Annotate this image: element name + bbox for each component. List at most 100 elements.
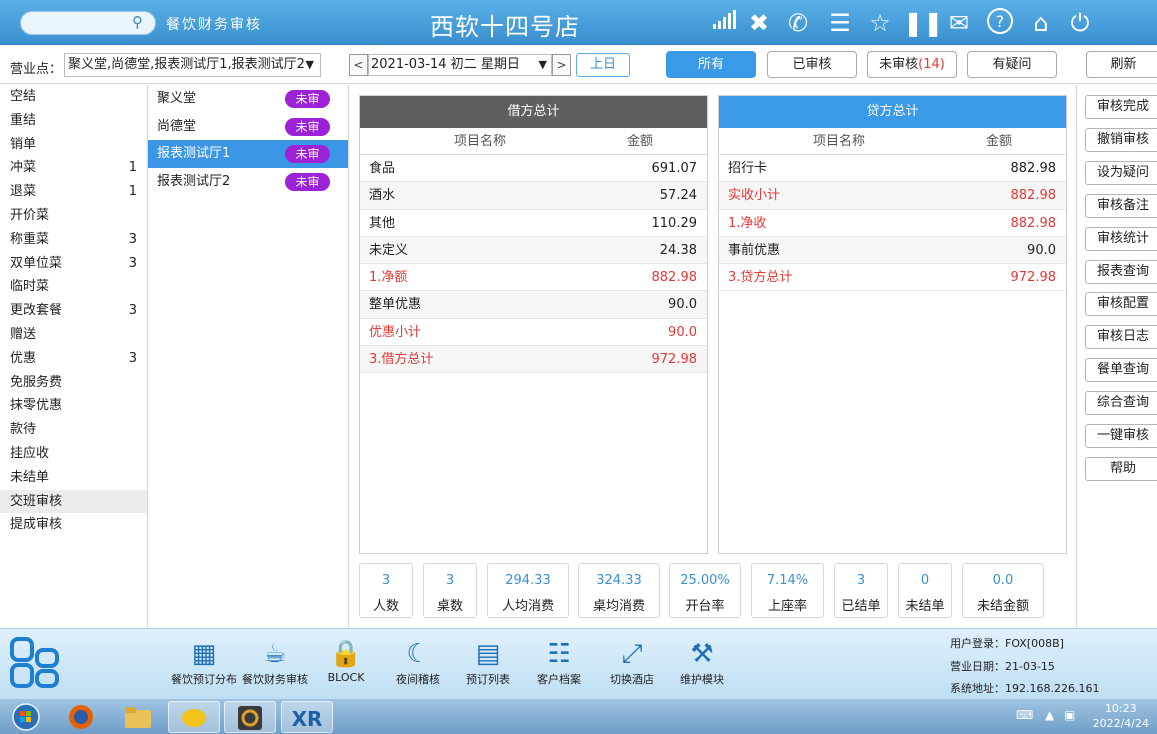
action-button[interactable]: 餐单查询 <box>1085 358 1157 383</box>
action-button[interactable]: 审核统计 <box>1085 226 1157 251</box>
category-item[interactable]: 交班审核 <box>0 489 147 514</box>
hall-item[interactable]: 尚德堂 未审 <box>148 113 348 141</box>
action-button[interactable]: 综合查询 <box>1085 391 1157 416</box>
table-row[interactable]: 事前优惠 90.0 <box>719 236 1066 265</box>
category-label: 空结 <box>10 89 37 104</box>
category-item[interactable]: 临时菜 <box>0 275 147 299</box>
debit-column-header: 项目名称 金额 <box>360 128 707 155</box>
app-logo-icon[interactable] <box>10 637 60 689</box>
start-menu-icon[interactable] <box>0 701 52 733</box>
signal-icon[interactable] <box>708 7 740 39</box>
firefox-icon[interactable] <box>55 701 107 733</box>
filter-all-button[interactable]: 所有 <box>666 51 756 78</box>
filter-unaudited-button[interactable]: 未审核(14) <box>867 51 957 78</box>
table-row[interactable]: 酒水 57.24 <box>360 182 707 210</box>
file-explorer-icon[interactable] <box>112 701 164 733</box>
category-item[interactable]: 称重菜 3 <box>0 228 147 252</box>
action-button[interactable]: 审核备注 <box>1085 193 1157 218</box>
table-row[interactable]: 优惠小计 90.0 <box>360 319 707 347</box>
category-item[interactable]: 冲菜 1 <box>0 156 147 180</box>
filter-questioned-button[interactable]: 有疑问 <box>967 51 1057 78</box>
category-item[interactable]: 未结单 <box>0 466 147 490</box>
system-clock[interactable]: 10:23 2022/4/24 <box>1093 701 1149 731</box>
home-icon[interactable]: ⌂ <box>1025 7 1057 39</box>
table-row[interactable]: 其他 110.29 <box>360 210 707 237</box>
item-name: 3.贷方总计 <box>728 270 793 286</box>
help-icon[interactable]: ? <box>984 7 1016 39</box>
category-item[interactable]: 款待 <box>0 418 147 442</box>
module-button[interactable]: ☷ 客户档案 <box>531 637 587 693</box>
module-button[interactable]: 🔒 BLOCK <box>322 637 370 693</box>
date-select[interactable]: 2021-03-14 初二 星期日 ▼ <box>368 54 552 76</box>
item-amount: 972.98 <box>1010 270 1057 286</box>
xr-app-icon[interactable]: XR <box>281 701 333 733</box>
mail-icon[interactable]: ✉ <box>943 7 975 39</box>
power-icon[interactable]: ⏻ <box>1064 7 1096 39</box>
category-item[interactable]: 挂应收 <box>0 442 147 466</box>
action-button[interactable]: 撤销审核 <box>1085 127 1157 152</box>
item-amount: 90.0 <box>668 324 697 340</box>
table-row[interactable]: 未定义 24.38 <box>360 236 707 265</box>
hall-item[interactable]: 报表测试厅2 未审 <box>148 168 348 196</box>
star-icon[interactable]: ☆ <box>864 7 896 39</box>
action-button[interactable]: 审核完成 <box>1085 95 1157 119</box>
category-item[interactable]: 退菜 1 <box>0 180 147 204</box>
stat-value: 0.0 <box>992 573 1014 588</box>
item-name: 事前优惠 <box>728 242 781 258</box>
action-button[interactable]: 审核配置 <box>1085 292 1157 317</box>
table-row[interactable]: 1.净收 882.98 <box>719 210 1066 237</box>
action-button[interactable]: 一键审核 <box>1085 424 1157 448</box>
tools-icon[interactable]: ✖ <box>743 7 775 39</box>
menu-icon[interactable]: ☰ <box>824 7 856 39</box>
search-input[interactable]: ⚲ <box>20 11 156 35</box>
status-badge: 未审 <box>285 145 330 163</box>
keyboard-tray-icon[interactable]: ⌨ <box>1016 708 1033 722</box>
module-button[interactable]: ☕ 餐饮财务审核 <box>240 637 310 693</box>
category-item[interactable]: 提成审核 <box>0 513 147 537</box>
module-button[interactable]: ⚒ 维护模块 <box>673 637 731 693</box>
action-button[interactable]: 报表查询 <box>1085 259 1157 284</box>
category-item[interactable]: 抹零优惠 <box>0 394 147 418</box>
category-item[interactable]: 销单 <box>0 133 147 157</box>
category-item[interactable]: 免服务费 <box>0 371 147 395</box>
search-icon[interactable]: ⚲ <box>132 13 143 31</box>
next-day-button[interactable]: > <box>552 54 571 76</box>
venue-select[interactable]: 聚义堂,尚德堂,报表测试厅1,报表测试厅2 ▼ <box>64 53 321 77</box>
table-row[interactable]: 3.借方总计 972.98 <box>360 346 707 374</box>
hall-item[interactable]: 报表测试厅1 未审 <box>148 140 348 168</box>
category-item[interactable]: 开价菜 <box>0 204 147 228</box>
phone-icon[interactable]: ✆ <box>782 7 814 39</box>
module-button[interactable]: ▦ 餐饮预订分布 <box>168 637 240 693</box>
chevron-up-icon[interactable]: ▲ <box>1045 708 1054 722</box>
category-item[interactable]: 重结 <box>0 109 147 133</box>
category-item[interactable]: 优惠 3 <box>0 347 147 371</box>
hall-item[interactable]: 聚义堂 未审 <box>148 85 348 113</box>
folder-app-icon[interactable] <box>168 701 220 733</box>
coffee-icon: ☕ <box>263 639 287 669</box>
category-item[interactable]: 赠送 <box>0 323 147 347</box>
module-button[interactable]: ⤢ 切换酒店 <box>602 637 662 693</box>
java-ide-icon[interactable] <box>224 701 276 733</box>
table-row[interactable]: 3.贷方总计 972.98 <box>719 264 1066 292</box>
table-row[interactable]: 整单优惠 90.0 <box>360 291 707 319</box>
action-button[interactable]: 审核日志 <box>1085 325 1157 350</box>
category-item[interactable]: 双单位菜 3 <box>0 252 147 276</box>
category-count: 3 <box>128 255 137 271</box>
prev-day-button[interactable]: < <box>349 54 368 76</box>
action-button[interactable]: 帮助 <box>1085 456 1157 481</box>
columns-icon[interactable]: ❚❚ <box>903 7 943 39</box>
table-row[interactable]: 招行卡 882.98 <box>719 155 1066 183</box>
refresh-button[interactable]: 刷新 <box>1086 51 1157 78</box>
table-row[interactable]: 食品 691.07 <box>360 155 707 183</box>
item-name: 优惠小计 <box>369 324 422 340</box>
table-row[interactable]: 1.净额 882.98 <box>360 264 707 292</box>
network-tray-icon[interactable]: ▣ <box>1064 708 1075 722</box>
module-button[interactable]: ▤ 预订列表 <box>460 637 516 693</box>
filter-audited-button[interactable]: 已审核 <box>767 51 857 78</box>
table-row[interactable]: 实收小计 882.98 <box>719 182 1066 210</box>
module-button[interactable]: ☾ 夜间稽核 <box>390 637 446 693</box>
action-button[interactable]: 设为疑问 <box>1085 160 1157 185</box>
previous-day-button[interactable]: 上日 <box>576 53 630 77</box>
category-item[interactable]: 空结 <box>0 85 147 109</box>
category-item[interactable]: 更改套餐 3 <box>0 299 147 323</box>
